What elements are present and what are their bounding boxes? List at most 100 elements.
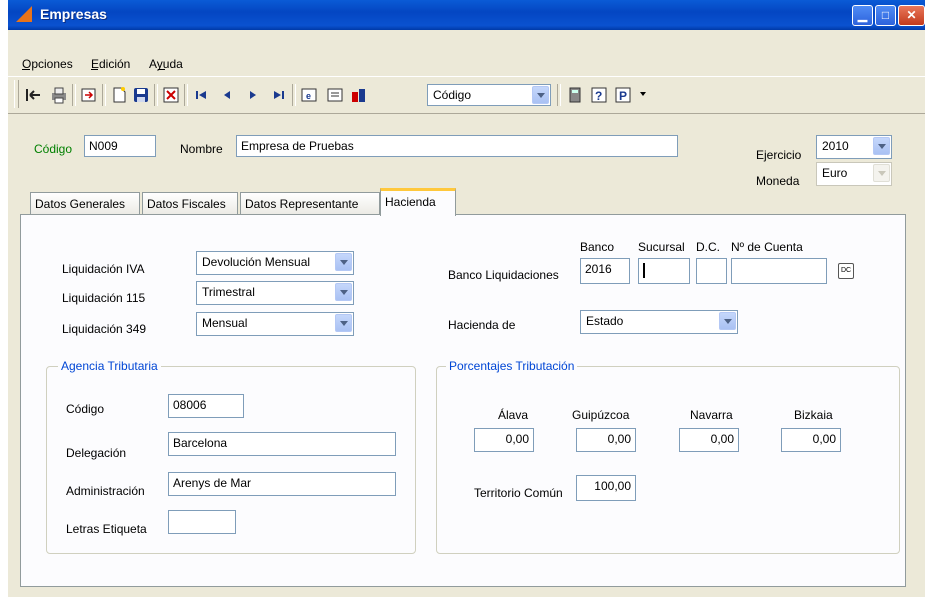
liquidacion-349-value: Mensual [202, 316, 248, 330]
guipuzcoa-field[interactable]: 0,00 [576, 428, 636, 452]
dc-header: D.C. [696, 240, 720, 254]
next-record-icon[interactable] [244, 86, 262, 104]
svg-text:?: ? [595, 89, 602, 103]
alava-value: 0,00 [505, 432, 529, 446]
menu-mnemonic-e [91, 69, 98, 70]
delegacion-value: Barcelona [173, 436, 228, 450]
agencia-codigo-value: 08006 [173, 398, 207, 412]
liquidacion-115-value: Trimestral [202, 285, 255, 299]
delegacion-label: Delegación [66, 446, 127, 460]
chevron-down-icon[interactable] [873, 137, 890, 155]
svg-text:P: P [619, 89, 627, 103]
liquidacion-iva-combo[interactable]: Devolución Mensual [196, 251, 354, 275]
calculator-icon[interactable] [566, 86, 584, 104]
first-record-icon[interactable] [192, 86, 210, 104]
edit-icon[interactable]: e [300, 86, 318, 104]
report-dropdown-icon[interactable] [640, 92, 646, 96]
guipuzcoa-value: 0,00 [607, 432, 631, 446]
list-icon[interactable] [326, 86, 344, 104]
report-icon[interactable]: P [614, 86, 632, 104]
window-title: Empresas [40, 6, 107, 22]
chevron-down-icon[interactable] [719, 312, 736, 330]
maximize-button[interactable]: □ [875, 5, 896, 26]
toolbar-separator [557, 84, 561, 106]
tab-datos-generales[interactable]: Datos Generales [30, 192, 140, 214]
minimize-button[interactable]: ▁ [852, 5, 873, 26]
search-field-combo[interactable]: Código [427, 84, 551, 106]
liquidacion-iva-label: Liquidación IVA [62, 262, 145, 276]
ejercicio-value: 2010 [822, 139, 849, 153]
territorio-comun-field[interactable]: 100,00 [576, 475, 636, 501]
tab-datos-representante[interactable]: Datos Representante [240, 192, 380, 214]
administracion-value: Arenys de Mar [173, 476, 252, 490]
previous-record-icon[interactable] [218, 86, 236, 104]
save-icon[interactable] [132, 86, 150, 104]
toolbar-grip [14, 80, 19, 108]
liquidacion-115-label: Liquidación 115 [62, 291, 146, 305]
bizkaia-label: Bizkaia [794, 408, 833, 422]
agencia-tributaria-title: Agencia Tributaria [58, 359, 161, 373]
nombre-field[interactable]: Empresa de Pruebas [236, 135, 678, 157]
hacienda-de-combo[interactable]: Estado [580, 310, 738, 334]
sucursal-header: Sucursal [638, 240, 685, 254]
toolbar-separator [154, 84, 158, 106]
delete-icon[interactable] [162, 86, 180, 104]
letras-etiqueta-field[interactable] [168, 510, 236, 534]
menu-mnemonic-o [22, 69, 30, 70]
liquidacion-349-combo[interactable]: Mensual [196, 312, 354, 336]
app-icon [16, 6, 32, 22]
maximize-icon: □ [881, 8, 890, 22]
new-icon[interactable] [110, 86, 128, 104]
bizkaia-field[interactable]: 0,00 [781, 428, 841, 452]
navarra-field[interactable]: 0,00 [679, 428, 739, 452]
desktop-edge [0, 0, 8, 597]
chevron-down-icon[interactable] [335, 314, 352, 332]
chevron-down-icon [873, 164, 890, 182]
tab-datos-fiscales[interactable]: Datos Fiscales [142, 192, 238, 214]
banco-field[interactable]: 2016 [580, 258, 630, 284]
print-icon[interactable] [50, 86, 68, 104]
toolbar-separator [102, 84, 106, 106]
hacienda-de-label: Hacienda de [448, 318, 516, 332]
liquidacion-iva-value: Devolución Mensual [202, 255, 311, 269]
territorio-comun-value: 100,00 [594, 479, 631, 493]
guipuzcoa-label: Guipúzcoa [572, 408, 630, 422]
exit-icon[interactable] [24, 86, 42, 104]
dc-calculate-icon[interactable]: DC [838, 263, 854, 279]
banco-header: Banco [580, 240, 615, 254]
letras-etiqueta-label: Letras Etiqueta [66, 522, 147, 536]
title-bar[interactable] [8, 0, 925, 30]
svg-text:e: e [306, 91, 311, 101]
administracion-label: Administración [66, 484, 145, 498]
cuenta-field[interactable] [731, 258, 827, 284]
hacienda-de-value: Estado [586, 314, 624, 328]
toolbar-separator [184, 84, 188, 106]
minimize-icon: ▁ [857, 8, 868, 22]
delegacion-field[interactable]: Barcelona [168, 432, 396, 456]
liquidacion-115-combo[interactable]: Trimestral [196, 281, 354, 305]
chevron-down-icon[interactable] [532, 86, 549, 104]
administracion-field[interactable]: Arenys de Mar [168, 472, 396, 496]
last-record-icon[interactable] [270, 86, 288, 104]
chevron-down-icon[interactable] [335, 253, 352, 271]
banco-value: 2016 [585, 262, 612, 276]
codigo-field[interactable]: N009 [84, 135, 156, 157]
dc-field[interactable] [696, 258, 727, 284]
moneda-value: Euro [822, 166, 848, 180]
porcentajes-tributacion-title: Porcentajes Tributación [446, 359, 578, 373]
help-icon[interactable]: ? [590, 86, 608, 104]
menu-ayuda[interactable]: Ayuda [149, 57, 183, 71]
chevron-down-icon[interactable] [335, 283, 352, 301]
codigo-label: Código [34, 142, 73, 156]
liquidacion-349-label: Liquidación 349 [62, 322, 147, 336]
alava-label: Álava [498, 408, 529, 422]
agencia-codigo-field[interactable]: 08006 [168, 394, 244, 418]
tab-hacienda[interactable]: Hacienda [380, 188, 456, 216]
close-button[interactable]: ✕ [898, 5, 925, 26]
alava-field[interactable]: 0,00 [474, 428, 534, 452]
nombre-label: Nombre [180, 142, 223, 156]
ejercicio-combo[interactable]: 2010 [816, 135, 892, 159]
filter-icon[interactable] [350, 86, 368, 104]
goto-icon[interactable] [80, 86, 98, 104]
sucursal-field[interactable] [638, 258, 690, 284]
